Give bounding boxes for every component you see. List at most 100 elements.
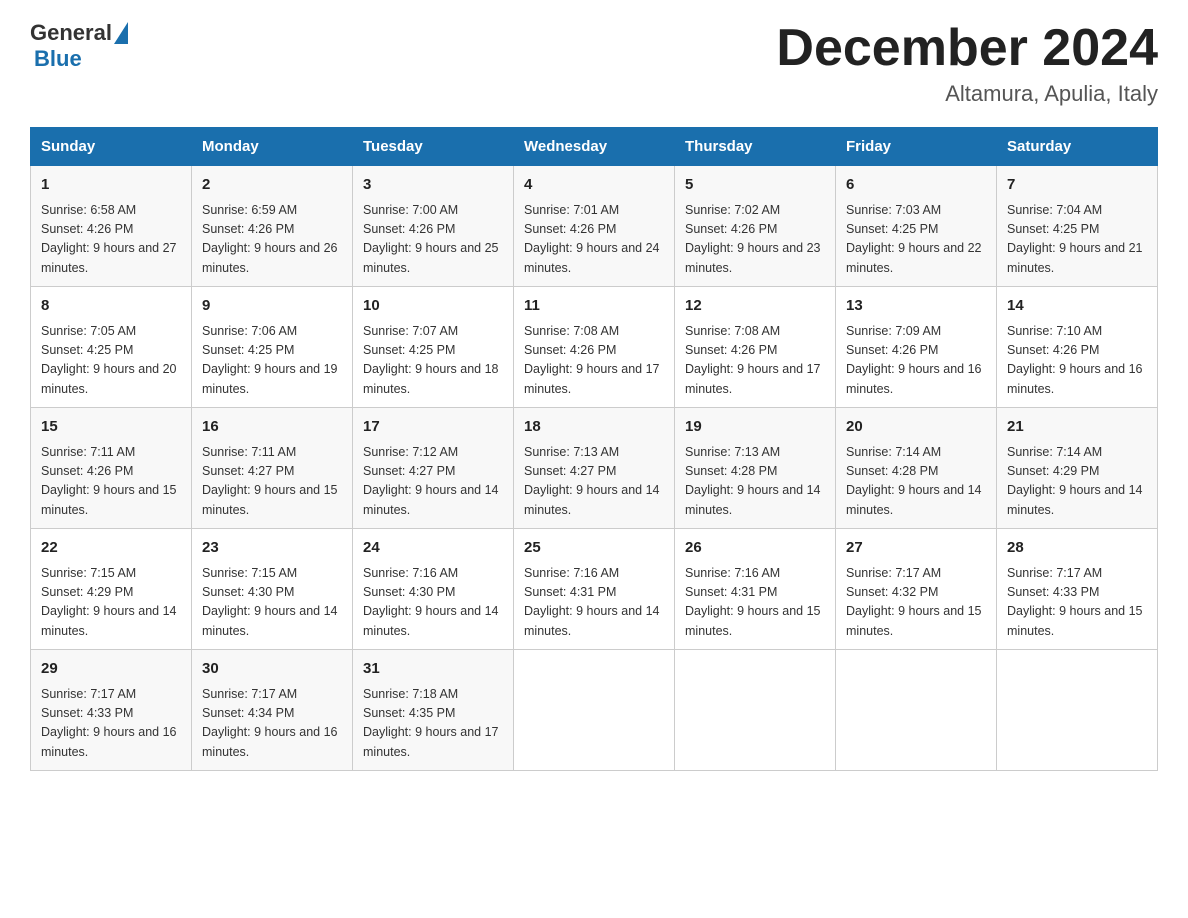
day-info: Sunrise: 7:12 AMSunset: 4:27 PMDaylight:… (363, 443, 503, 521)
calendar-table: SundayMondayTuesdayWednesdayThursdayFrid… (30, 127, 1158, 771)
calendar-cell: 22 Sunrise: 7:15 AMSunset: 4:29 PMDayligh… (31, 529, 192, 650)
day-info: Sunrise: 7:17 AMSunset: 4:33 PMDaylight:… (41, 685, 181, 763)
day-number: 7 (1007, 174, 1147, 197)
day-number: 21 (1007, 416, 1147, 439)
day-info: Sunrise: 7:06 AMSunset: 4:25 PMDaylight:… (202, 322, 342, 400)
day-number: 12 (685, 295, 825, 318)
calendar-cell: 5Sunrise: 7:02 AMSunset: 4:26 PMDaylight… (675, 166, 836, 287)
day-number: 24 (363, 537, 503, 560)
calendar-cell: 12 Sunrise: 7:08 AMSunset: 4:26 PMDayligh… (675, 287, 836, 408)
day-info: Sunrise: 7:11 AMSunset: 4:26 PMDaylight:… (41, 443, 181, 521)
calendar-cell: 25 Sunrise: 7:16 AMSunset: 4:31 PMDayligh… (514, 529, 675, 650)
day-info: Sunrise: 7:03 AMSunset: 4:25 PMDaylight:… (846, 201, 986, 279)
day-info: Sunrise: 7:02 AMSunset: 4:26 PMDaylight:… (685, 201, 825, 279)
day-number: 31 (363, 658, 503, 681)
day-info: Sunrise: 7:16 AMSunset: 4:31 PMDaylight:… (685, 564, 825, 642)
page-header: General Blue December 2024 Altamura, Apu… (30, 20, 1158, 107)
calendar-cell: 2 Sunrise: 6:59 AMSunset: 4:26 PMDaylight… (192, 166, 353, 287)
calendar-week-row: 22 Sunrise: 7:15 AMSunset: 4:29 PMDayligh… (31, 529, 1158, 650)
day-number: 15 (41, 416, 181, 439)
day-info: Sunrise: 7:15 AMSunset: 4:29 PMDaylight:… (41, 564, 181, 642)
calendar-header-friday: Friday (836, 128, 997, 166)
day-number: 9 (202, 295, 342, 318)
calendar-cell: 4 Sunrise: 7:01 AMSunset: 4:26 PMDaylight… (514, 166, 675, 287)
day-number: 22 (41, 537, 181, 560)
day-number: 25 (524, 537, 664, 560)
day-info: Sunrise: 7:13 AMSunset: 4:28 PMDaylight:… (685, 443, 825, 521)
calendar-header-monday: Monday (192, 128, 353, 166)
calendar-header-saturday: Saturday (997, 128, 1158, 166)
calendar-cell: 19 Sunrise: 7:13 AMSunset: 4:28 PMDayligh… (675, 408, 836, 529)
day-info: Sunrise: 7:09 AMSunset: 4:26 PMDaylight:… (846, 322, 986, 400)
calendar-cell: 10Sunrise: 7:07 AMSunset: 4:25 PMDayligh… (353, 287, 514, 408)
day-info: Sunrise: 7:17 AMSunset: 4:33 PMDaylight:… (1007, 564, 1147, 642)
calendar-cell: 26Sunrise: 7:16 AMSunset: 4:31 PMDayligh… (675, 529, 836, 650)
calendar-cell (514, 650, 675, 771)
calendar-cell: 28 Sunrise: 7:17 AMSunset: 4:33 PMDayligh… (997, 529, 1158, 650)
day-number: 6 (846, 174, 986, 197)
day-number: 27 (846, 537, 986, 560)
calendar-cell: 21Sunrise: 7:14 AMSunset: 4:29 PMDayligh… (997, 408, 1158, 529)
calendar-cell: 16 Sunrise: 7:11 AMSunset: 4:27 PMDayligh… (192, 408, 353, 529)
day-info: Sunrise: 7:08 AMSunset: 4:26 PMDaylight:… (524, 322, 664, 400)
calendar-header-thursday: Thursday (675, 128, 836, 166)
title-section: December 2024 Altamura, Apulia, Italy (776, 20, 1158, 107)
day-info: Sunrise: 6:59 AMSunset: 4:26 PMDaylight:… (202, 201, 342, 279)
calendar-cell: 8 Sunrise: 7:05 AMSunset: 4:25 PMDaylight… (31, 287, 192, 408)
day-info: Sunrise: 7:18 AMSunset: 4:35 PMDaylight:… (363, 685, 503, 763)
logo-general-text: General (30, 20, 112, 46)
calendar-header-row: SundayMondayTuesdayWednesdayThursdayFrid… (31, 128, 1158, 166)
day-info: Sunrise: 7:15 AMSunset: 4:30 PMDaylight:… (202, 564, 342, 642)
day-number: 18 (524, 416, 664, 439)
calendar-cell (997, 650, 1158, 771)
day-number: 28 (1007, 537, 1147, 560)
day-info: Sunrise: 7:05 AMSunset: 4:25 PMDaylight:… (41, 322, 181, 400)
calendar-header-sunday: Sunday (31, 128, 192, 166)
calendar-cell: 27Sunrise: 7:17 AMSunset: 4:32 PMDayligh… (836, 529, 997, 650)
day-info: Sunrise: 6:58 AMSunset: 4:26 PMDaylight:… (41, 201, 181, 279)
day-info: Sunrise: 7:00 AMSunset: 4:26 PMDaylight:… (363, 201, 503, 279)
day-info: Sunrise: 7:14 AMSunset: 4:28 PMDaylight:… (846, 443, 986, 521)
calendar-cell: 9 Sunrise: 7:06 AMSunset: 4:25 PMDaylight… (192, 287, 353, 408)
day-number: 19 (685, 416, 825, 439)
calendar-cell: 23 Sunrise: 7:15 AMSunset: 4:30 PMDayligh… (192, 529, 353, 650)
calendar-cell: 18 Sunrise: 7:13 AMSunset: 4:27 PMDayligh… (514, 408, 675, 529)
day-info: Sunrise: 7:08 AMSunset: 4:26 PMDaylight:… (685, 322, 825, 400)
day-number: 11 (524, 295, 664, 318)
calendar-cell: 13 Sunrise: 7:09 AMSunset: 4:26 PMDayligh… (836, 287, 997, 408)
day-info: Sunrise: 7:01 AMSunset: 4:26 PMDaylight:… (524, 201, 664, 279)
calendar-cell: 1 Sunrise: 6:58 AMSunset: 4:26 PMDaylight… (31, 166, 192, 287)
day-info: Sunrise: 7:11 AMSunset: 4:27 PMDaylight:… (202, 443, 342, 521)
day-info: Sunrise: 7:16 AMSunset: 4:30 PMDaylight:… (363, 564, 503, 642)
logo-blue-text: Blue (34, 46, 82, 71)
day-number: 8 (41, 295, 181, 318)
day-number: 16 (202, 416, 342, 439)
location-subtitle: Altamura, Apulia, Italy (776, 81, 1158, 107)
calendar-cell: 29Sunrise: 7:17 AMSunset: 4:33 PMDayligh… (31, 650, 192, 771)
calendar-header-wednesday: Wednesday (514, 128, 675, 166)
month-title: December 2024 (776, 20, 1158, 77)
day-number: 23 (202, 537, 342, 560)
day-info: Sunrise: 7:07 AMSunset: 4:25 PMDaylight:… (363, 322, 503, 400)
logo: General Blue (30, 20, 130, 72)
day-number: 3 (363, 174, 503, 197)
day-info: Sunrise: 7:17 AMSunset: 4:34 PMDaylight:… (202, 685, 342, 763)
calendar-cell: 11 Sunrise: 7:08 AMSunset: 4:26 PMDayligh… (514, 287, 675, 408)
calendar-cell: 6 Sunrise: 7:03 AMSunset: 4:25 PMDaylight… (836, 166, 997, 287)
calendar-cell (675, 650, 836, 771)
day-number: 1 (41, 174, 181, 197)
day-number: 4 (524, 174, 664, 197)
day-number: 13 (846, 295, 986, 318)
day-info: Sunrise: 7:16 AMSunset: 4:31 PMDaylight:… (524, 564, 664, 642)
calendar-cell: 14Sunrise: 7:10 AMSunset: 4:26 PMDayligh… (997, 287, 1158, 408)
day-number: 30 (202, 658, 342, 681)
day-info: Sunrise: 7:13 AMSunset: 4:27 PMDaylight:… (524, 443, 664, 521)
calendar-cell: 17Sunrise: 7:12 AMSunset: 4:27 PMDayligh… (353, 408, 514, 529)
day-number: 2 (202, 174, 342, 197)
calendar-cell: 24 Sunrise: 7:16 AMSunset: 4:30 PMDayligh… (353, 529, 514, 650)
calendar-cell: 30 Sunrise: 7:17 AMSunset: 4:34 PMDayligh… (192, 650, 353, 771)
day-info: Sunrise: 7:10 AMSunset: 4:26 PMDaylight:… (1007, 322, 1147, 400)
calendar-week-row: 8 Sunrise: 7:05 AMSunset: 4:25 PMDaylight… (31, 287, 1158, 408)
calendar-cell: 20Sunrise: 7:14 AMSunset: 4:28 PMDayligh… (836, 408, 997, 529)
calendar-header-tuesday: Tuesday (353, 128, 514, 166)
